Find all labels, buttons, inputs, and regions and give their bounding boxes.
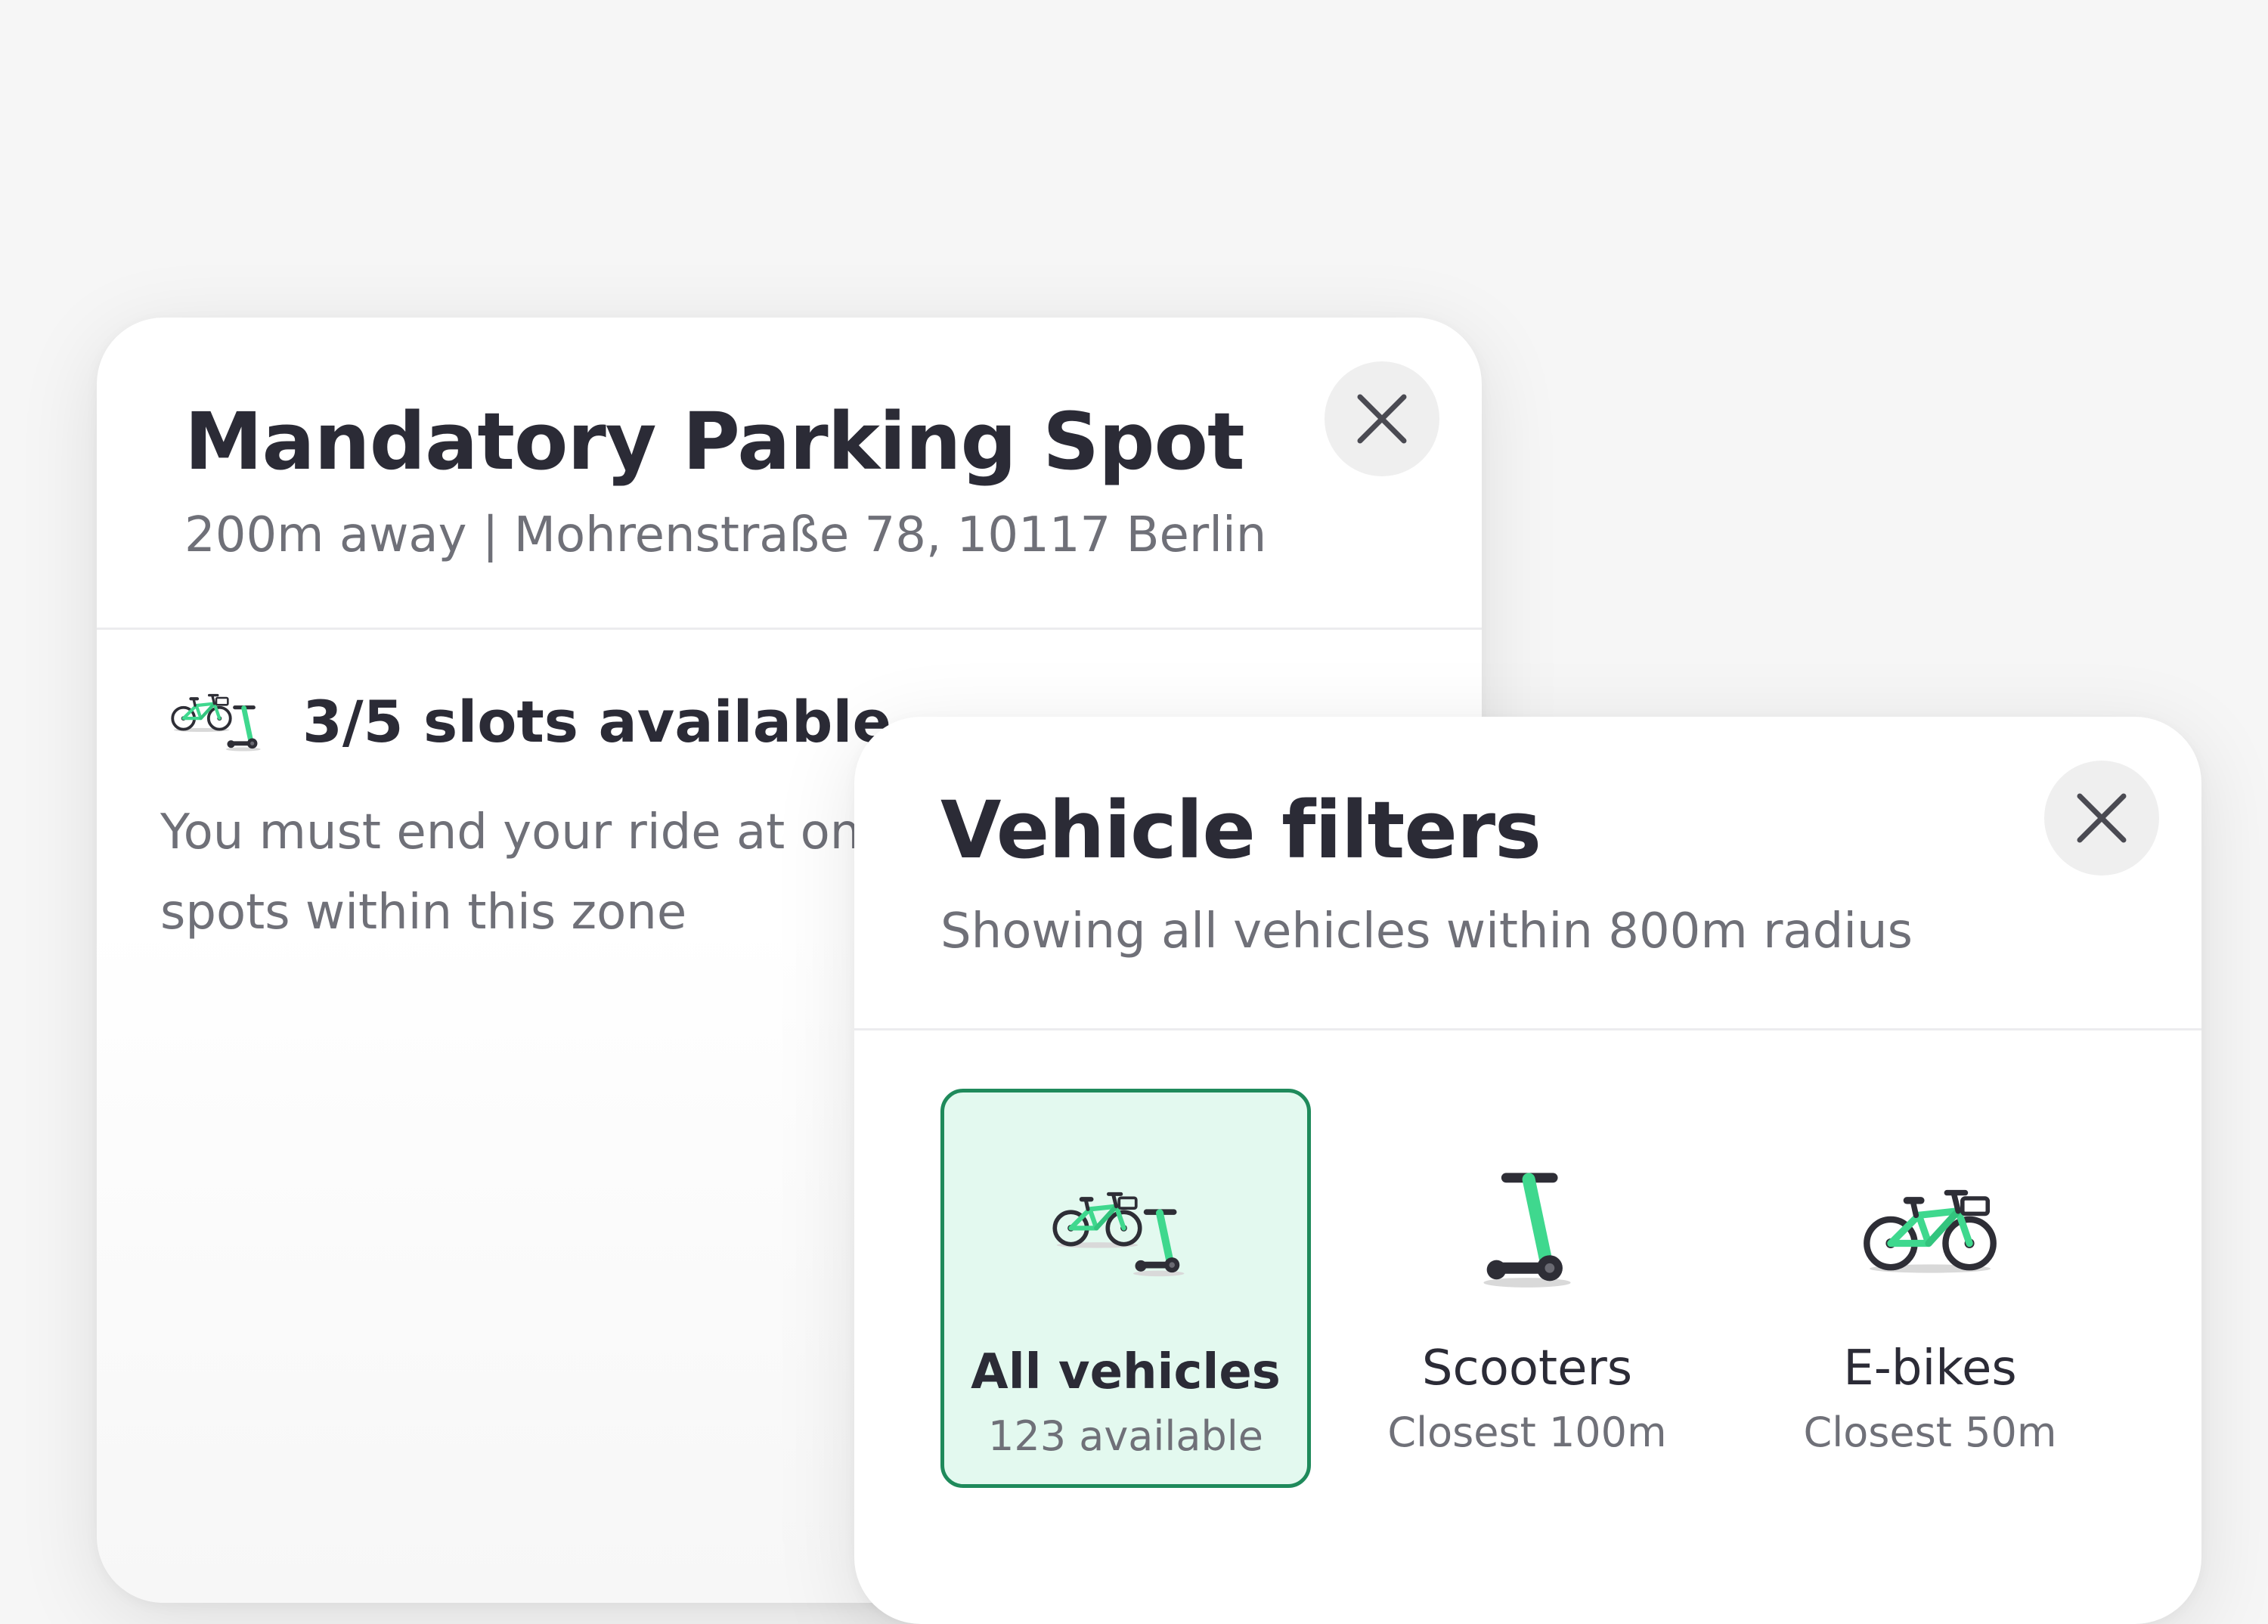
filter-option-all-vehicles[interactable]: All vehicles 123 available	[940, 1089, 1311, 1488]
bike-and-scooter-icon	[169, 683, 272, 759]
parking-card-divider	[97, 628, 1482, 630]
slots-row: 3/5 slots available	[169, 683, 891, 759]
filter-option-ebikes[interactable]: E-bikes Closest 50m	[1745, 1089, 2115, 1488]
vehicle-filters-card: Vehicle filters Showing all vehicles wit…	[854, 717, 2201, 1624]
scooter-icon	[1474, 1168, 1580, 1289]
filters-card-close-button[interactable]	[2044, 761, 2159, 876]
slots-available-label: 3/5 slots available	[302, 687, 891, 755]
filter-option-label: All vehicles	[971, 1344, 1281, 1400]
filters-card-title: Vehicle filters	[940, 784, 1541, 876]
parking-card-close-button[interactable]	[1325, 361, 1439, 476]
close-icon	[1357, 394, 1407, 444]
parking-card-subtitle: 200m away | Mohrenstraße 78, 10117 Berli…	[184, 507, 1267, 563]
parking-card-title: Mandatory Parking Spot	[184, 395, 1245, 488]
filter-option-scooters[interactable]: Scooters Closest 100m	[1342, 1089, 1712, 1488]
filters-card-subtitle: Showing all vehicles within 800m radius	[940, 903, 1913, 959]
filter-option-label: E-bikes	[1843, 1340, 2017, 1396]
filter-option-sub: 123 available	[988, 1412, 1263, 1460]
ebike-icon	[1860, 1179, 2000, 1278]
filters-card-divider	[854, 1028, 2201, 1030]
close-icon	[2077, 793, 2127, 843]
filter-option-sub: Closest 50m	[1803, 1409, 2057, 1456]
filter-option-label: Scooters	[1421, 1340, 1633, 1396]
bike-and-scooter-icon	[1050, 1179, 1201, 1285]
filter-option-sub: Closest 100m	[1387, 1409, 1667, 1456]
